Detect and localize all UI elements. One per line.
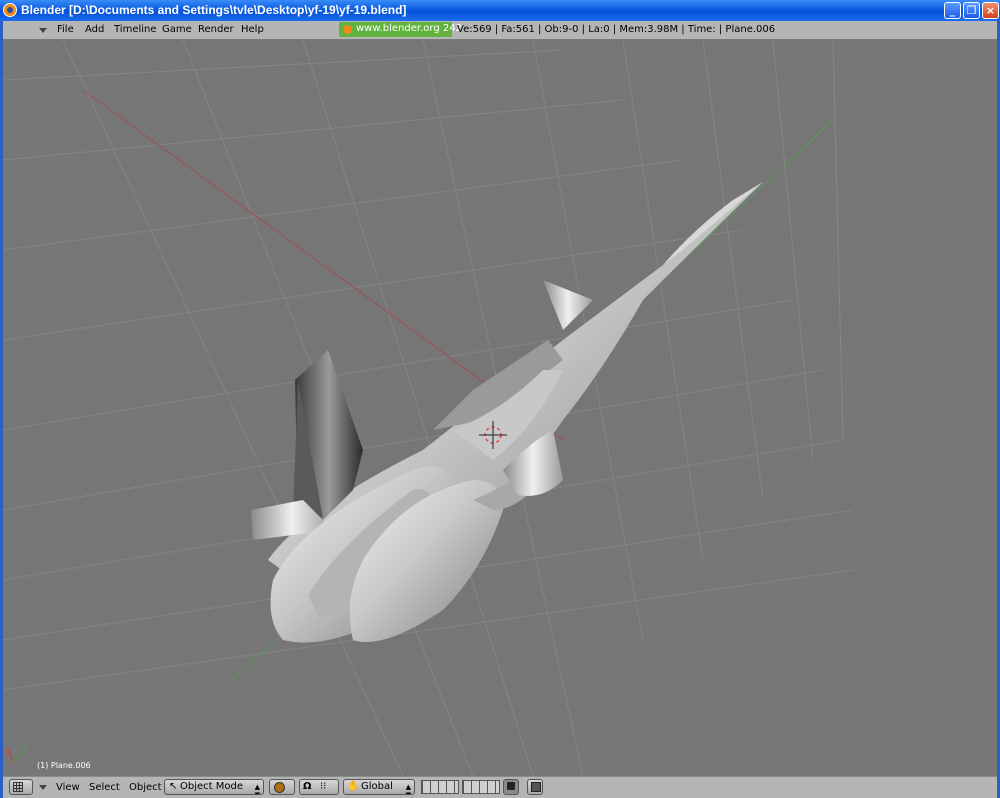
version-text: www.blender.org 242 <box>356 23 462 34</box>
lock-icon <box>507 782 515 790</box>
mode-select[interactable]: ↖ Object Mode ▲ ▼ <box>164 779 264 795</box>
dropdown-arrow-icon: ▲ ▼ <box>254 783 260 795</box>
menu-help[interactable]: Help <box>241 24 264 35</box>
cursor-mode-icon: ↖ <box>169 781 178 792</box>
scene-stats: Ve:569 | Fa:561 | Ob:9-0 | La:0 | Mem:3.… <box>457 24 776 35</box>
editor-type-button[interactable] <box>9 779 33 795</box>
axis-x-label: X <box>5 748 10 756</box>
collapse-arrow-icon[interactable] <box>39 28 47 33</box>
grid-icon <box>13 782 23 792</box>
active-object-label: (1) Plane.006 <box>37 761 91 770</box>
transform-orientation-select[interactable]: ✋ Global ▲ ▼ <box>343 779 415 795</box>
jet-model <box>251 182 763 643</box>
axis-y-label: Y <box>22 746 28 754</box>
3d-viewport[interactable]: X Y (1) Plane.006 <box>3 40 997 776</box>
title-bar: Blender [D:\Documents and Settings\tvle\… <box>0 0 1000 21</box>
collapse-arrow-icon[interactable] <box>39 785 47 790</box>
render-icon <box>531 782 541 792</box>
blender-version-badge[interactable]: www.blender.org 242 <box>339 22 462 37</box>
draw-type-icon <box>274 782 285 793</box>
menu-add[interactable]: Add <box>85 24 104 35</box>
layer-buttons-right[interactable] <box>462 780 500 794</box>
pivot-snap-buttons[interactable]: Ω ⁝⁝ <box>299 779 339 795</box>
blender-logo-icon <box>3 3 17 17</box>
menu-file[interactable]: File <box>57 24 74 35</box>
menu-view[interactable]: View <box>56 782 80 793</box>
menu-render[interactable]: Render <box>198 24 234 35</box>
menu-game[interactable]: Game <box>162 24 192 35</box>
info-header: File Add Timeline Game Render Help www.b… <box>3 21 997 40</box>
draw-type-button[interactable] <box>269 779 295 795</box>
blender-logo-icon <box>343 25 352 34</box>
render-preview-button[interactable] <box>527 779 543 795</box>
close-button[interactable]: × <box>982 2 999 19</box>
window-title: Blender [D:\Documents and Settings\tvle\… <box>21 3 407 17</box>
dropdown-arrow-icon: ▲ ▼ <box>405 783 411 795</box>
menu-object[interactable]: Object <box>129 782 162 793</box>
orientation-value: Global <box>361 781 393 792</box>
grid-lines <box>3 40 854 776</box>
mode-value: Object Mode <box>180 781 243 792</box>
maximize-button[interactable]: ❐ <box>963 2 980 19</box>
3d-view-header: View Select Object ↖ Object Mode ▲ ▼ Ω ⁝⁝… <box>3 776 997 798</box>
lock-layers-button[interactable] <box>503 779 519 795</box>
snap-grid-icon: ⁝⁝ <box>320 781 327 792</box>
axis-gizmo-icon <box>7 749 24 763</box>
menu-timeline[interactable]: Timeline <box>114 24 157 35</box>
menu-select[interactable]: Select <box>89 782 120 793</box>
minimize-button[interactable]: _ <box>944 2 961 19</box>
magnet-icon: Ω <box>303 781 312 792</box>
hand-icon: ✋ <box>347 781 360 792</box>
viewport-canvas: X Y <box>3 40 854 776</box>
layer-buttons-left[interactable] <box>421 780 459 794</box>
